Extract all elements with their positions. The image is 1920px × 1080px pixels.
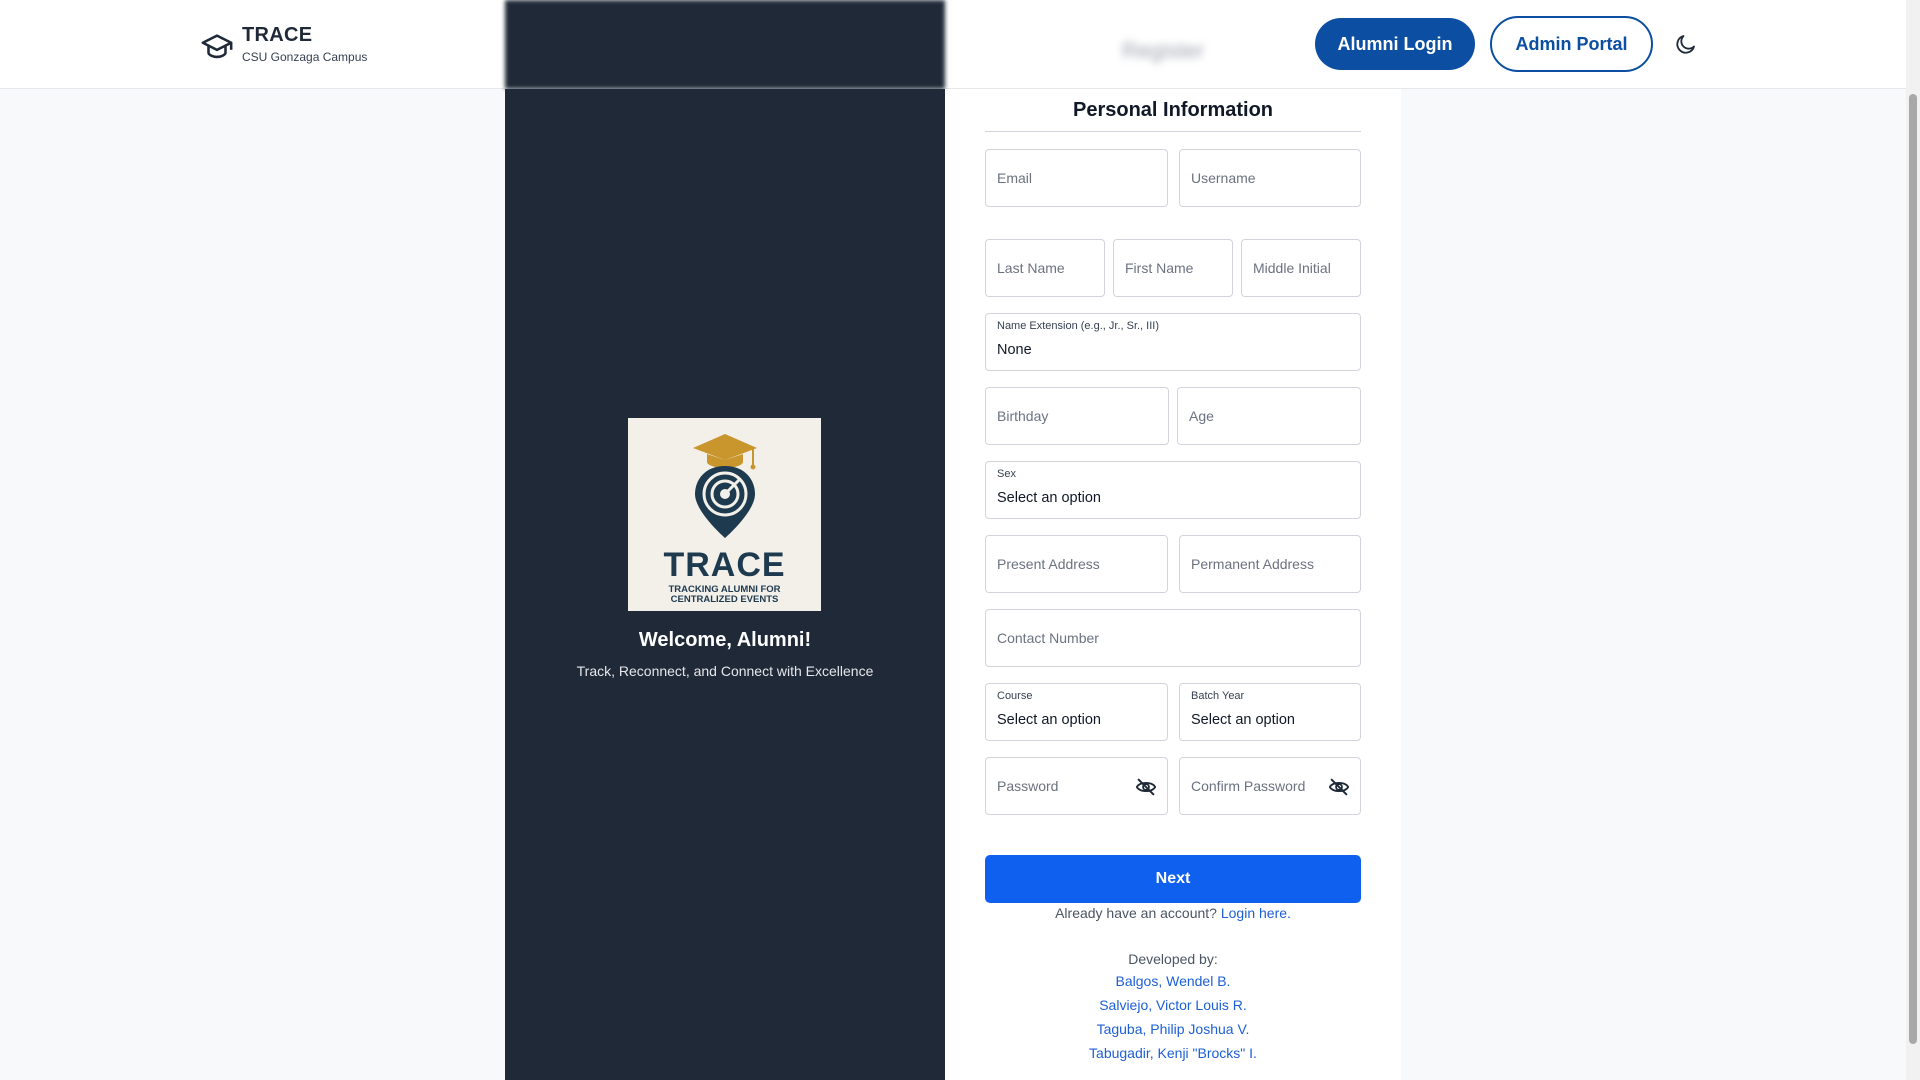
age-placeholder: Age <box>1189 408 1214 424</box>
graduation-cap-icon <box>201 34 233 59</box>
age-field[interactable]: Age <box>1177 387 1361 445</box>
welcome-heading: Welcome, Alumni! <box>638 629 812 651</box>
brand[interactable]: TRACE CSU Gonzaga Campus <box>200 24 367 64</box>
present-address-placeholder: Present Address <box>997 556 1100 572</box>
location-pin-cap-icon <box>692 434 757 538</box>
top-navbar: TRACE CSU Gonzaga Campus Register Alumni… <box>0 0 1906 89</box>
name-extension-select[interactable]: Name Extension (e.g., Jr., Sr., III) Non… <box>985 313 1361 371</box>
batch-year-label: Batch Year <box>1191 690 1245 702</box>
birthday-placeholder: Birthday <box>997 408 1049 424</box>
brand-subtitle: CSU Gonzaga Campus <box>242 50 368 64</box>
last-name-field[interactable]: Last Name <box>985 239 1105 297</box>
register-tab-blurred: Register <box>1122 38 1204 63</box>
developer-name[interactable]: Taguba, Philip Joshua V. <box>985 1017 1361 1041</box>
admin-portal-button[interactable]: Admin Portal <box>1490 16 1653 72</box>
middle-initial-field[interactable]: Middle Initial <box>1241 239 1361 297</box>
contact-number-placeholder: Contact Number <box>997 630 1099 646</box>
permanent-address-field[interactable]: Permanent Address <box>1179 535 1361 593</box>
password-field[interactable]: Password <box>985 757 1168 815</box>
email-field[interactable]: Email <box>985 149 1168 207</box>
name-extension-value: None <box>997 342 1032 358</box>
middle-initial-placeholder: Middle Initial <box>1253 260 1331 276</box>
course-select[interactable]: Course Select an option <box>985 683 1168 741</box>
welcome-tagline: Track, Reconnect, and Connect with Excel… <box>576 663 874 679</box>
username-field[interactable]: Username <box>1179 149 1361 207</box>
trace-logo: TRACE TRACKING ALUMNI FOR CENTRALIZED EV… <box>628 418 821 611</box>
password-placeholder: Password <box>997 778 1059 794</box>
developers-title: Developed by: <box>1128 951 1218 967</box>
sex-value: Select an option <box>997 490 1101 506</box>
sex-label: Sex <box>997 468 1016 480</box>
sex-select[interactable]: Sex Select an option <box>985 461 1361 519</box>
developer-name[interactable]: Balgos, Wendel B. <box>985 969 1361 993</box>
batch-year-select[interactable]: Batch Year Select an option <box>1179 683 1361 741</box>
eye-off-icon[interactable] <box>1135 776 1157 798</box>
moon-icon[interactable] <box>1674 32 1698 56</box>
birthday-field[interactable]: Birthday <box>985 387 1169 445</box>
logo-wordmark: TRACE <box>663 546 786 584</box>
login-prompt: Already have an account? Login here. <box>985 905 1361 921</box>
confirm-password-placeholder: Confirm Password <box>1191 778 1306 794</box>
header-hero-strip <box>505 0 945 89</box>
last-name-placeholder: Last Name <box>997 260 1065 276</box>
first-name-placeholder: First Name <box>1125 260 1194 276</box>
scrollbar-thumb[interactable] <box>1909 94 1917 1044</box>
developer-name[interactable]: Salviejo, Victor Louis R. <box>985 993 1361 1017</box>
brand-title: TRACE <box>242 24 313 46</box>
login-link[interactable]: Login here. <box>1221 905 1291 921</box>
eye-off-icon[interactable] <box>1328 776 1350 798</box>
confirm-password-field[interactable]: Confirm Password <box>1179 757 1361 815</box>
next-button[interactable]: Next <box>985 855 1361 903</box>
welcome-panel: TRACE TRACKING ALUMNI FOR CENTRALIZED EV… <box>505 89 945 1080</box>
name-extension-label: Name Extension (e.g., Jr., Sr., III) <box>997 320 1160 332</box>
present-address-field[interactable]: Present Address <box>985 535 1168 593</box>
alumni-login-button[interactable]: Alumni Login <box>1315 18 1475 70</box>
contact-number-field[interactable]: Contact Number <box>985 609 1361 667</box>
batch-year-value: Select an option <box>1191 712 1295 728</box>
permanent-address-placeholder: Permanent Address <box>1191 556 1314 572</box>
page-scrollbar[interactable] <box>1906 0 1920 1080</box>
registration-form: Personal Information Email Username Last… <box>945 89 1401 1080</box>
first-name-field[interactable]: First Name <box>1113 239 1233 297</box>
logo-tagline: TRACKING ALUMNI FOR CENTRALIZED EVENTS <box>668 584 781 606</box>
course-value: Select an option <box>997 712 1101 728</box>
section-title: Personal Information <box>985 99 1361 132</box>
account-prompt-text: Already have an account? <box>1055 905 1217 921</box>
username-placeholder: Username <box>1191 170 1256 186</box>
email-placeholder: Email <box>997 170 1033 186</box>
developer-name[interactable]: Tabugadir, Kenji "Brocks" I. <box>985 1041 1361 1065</box>
developer-credits: Developed by: Balgos, Wendel B. Salviejo… <box>985 949 1361 1065</box>
course-label: Course <box>997 690 1033 702</box>
